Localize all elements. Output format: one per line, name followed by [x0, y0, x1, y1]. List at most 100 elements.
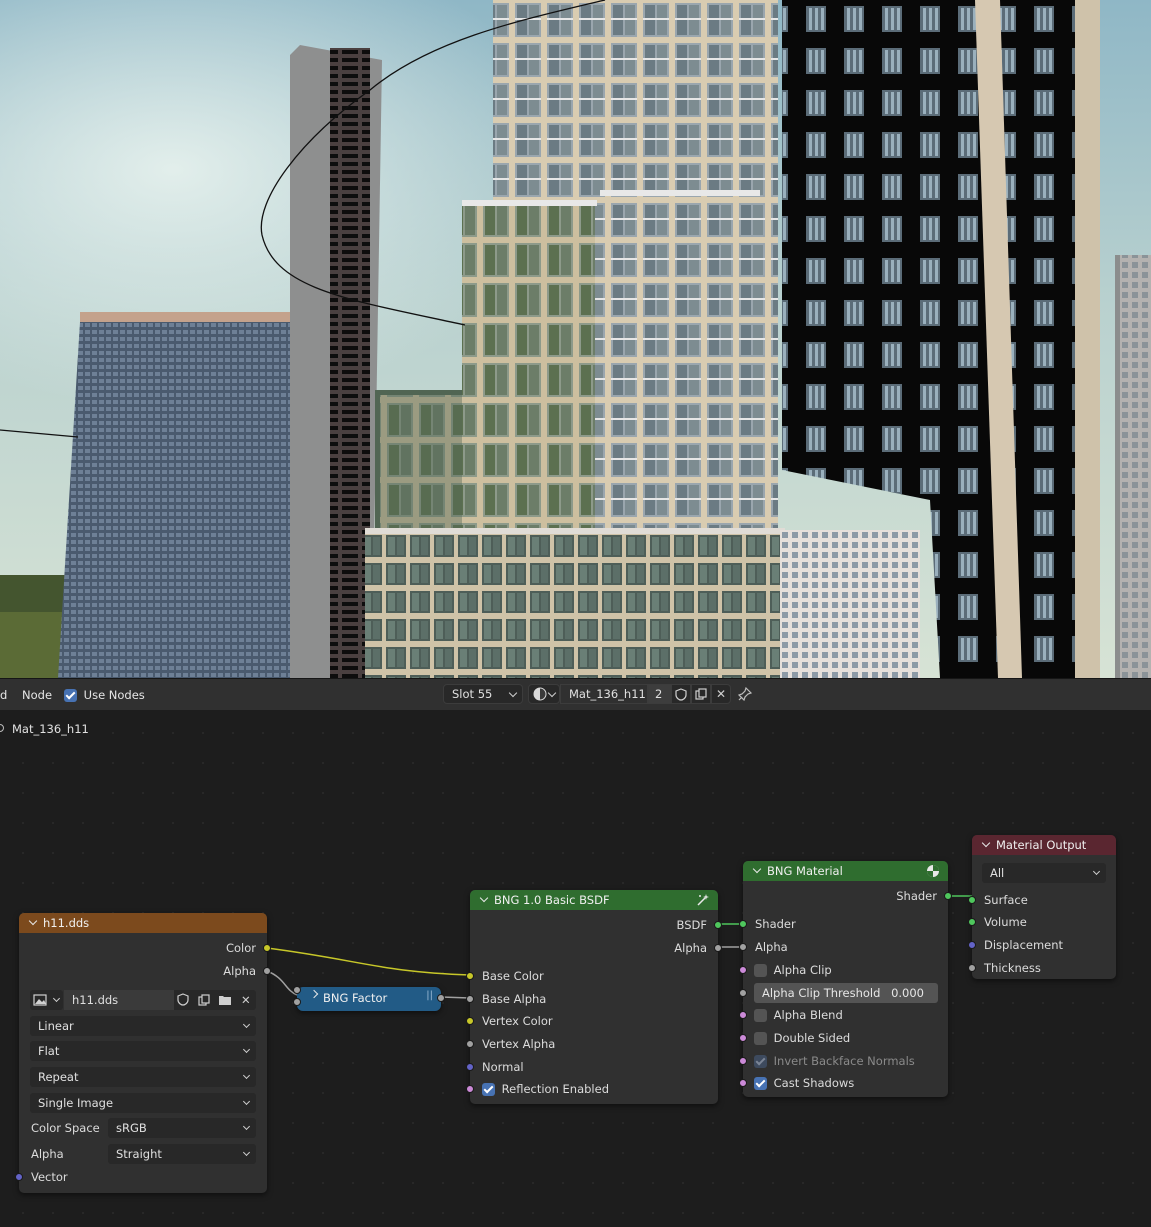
user-count-button[interactable]: 2	[648, 684, 672, 704]
material-output-node[interactable]: Material Output All Surface Volume Displ…	[968, 835, 1116, 979]
socket-input-normal[interactable]	[466, 1063, 474, 1071]
socket-input-factor-2[interactable]	[293, 998, 301, 1006]
source-dropdown[interactable]: Single Image	[30, 1093, 256, 1113]
socket-input-alpha-clip[interactable]	[739, 966, 747, 974]
alpha-mode-dropdown[interactable]: Straight	[108, 1144, 256, 1164]
bng-factor-node[interactable]: BNG Factor ||	[293, 986, 445, 1011]
bng-factor-title: BNG Factor	[323, 991, 388, 1005]
colorspace-label: Color Space	[31, 1121, 100, 1135]
image-node-header[interactable]: h11.dds	[19, 913, 267, 933]
checkbox-icon[interactable]	[754, 1009, 767, 1022]
socket-input-surface[interactable]	[968, 896, 976, 904]
socket-input-reflection[interactable]	[466, 1085, 474, 1093]
socket-input-base-color[interactable]	[466, 972, 474, 980]
material-browse-button[interactable]	[528, 684, 560, 704]
image-fake-user-button[interactable]	[174, 990, 194, 1010]
unlink-material-button[interactable]: ✕	[711, 684, 731, 704]
double-sided-toggle[interactable]: Double Sided	[754, 1031, 850, 1045]
drag-handle-icon[interactable]: ||	[426, 990, 433, 1001]
reflection-toggle[interactable]: Reflection Enabled	[482, 1082, 609, 1096]
image-browse-button[interactable]	[30, 990, 63, 1010]
pin-icon	[737, 686, 753, 702]
chevron-down-icon	[242, 1122, 251, 1131]
socket-input-volume[interactable]	[968, 918, 976, 926]
socket-input-vertex-alpha[interactable]	[466, 1040, 474, 1048]
socket-input-displacement[interactable]	[968, 941, 976, 949]
checkbox-icon[interactable]	[482, 1083, 495, 1096]
socket-input-shader[interactable]	[739, 920, 747, 928]
socket-input-alpha-blend[interactable]	[739, 1011, 747, 1019]
checkbox-icon[interactable]	[64, 689, 77, 702]
socket-input-invert-backface[interactable]	[739, 1057, 747, 1065]
checkbox-icon[interactable]	[754, 964, 767, 977]
fake-user-button[interactable]	[671, 684, 691, 704]
cast-shadows-toggle[interactable]: Cast Shadows	[754, 1076, 854, 1090]
extension-dropdown[interactable]: Repeat	[30, 1067, 256, 1087]
material-name-field[interactable]: Mat_136_h11	[560, 684, 648, 704]
material-sphere-icon	[533, 687, 547, 701]
socket-input-vertex-color[interactable]	[466, 1017, 474, 1025]
socket-output-bsdf[interactable]	[714, 921, 722, 929]
folder-icon	[219, 996, 231, 1005]
image-duplicate-button[interactable]	[194, 990, 214, 1010]
socket-output-alpha[interactable]	[714, 944, 722, 952]
input-vector-label: Vector	[31, 1170, 68, 1184]
image-name-field[interactable]: h11.dds	[64, 990, 174, 1010]
projection-dropdown[interactable]: Flat	[30, 1041, 256, 1061]
duplicate-icon	[695, 688, 707, 700]
bng-material-node[interactable]: BNG Material Shader Shader Alpha Alpha C…	[739, 861, 952, 1097]
alpha-blend-label: Alpha Blend	[773, 1008, 843, 1022]
socket-input-vector[interactable]	[15, 1173, 23, 1181]
socket-output-alpha[interactable]	[263, 967, 271, 975]
node-editor-canvas[interactable]: Mat_136_h11 h11.dds Color Alpha h11.dds	[0, 710, 1151, 1227]
checkbox-icon[interactable]	[754, 1032, 767, 1045]
image-texture-node[interactable]: h11.dds Color Alpha h11.dds ✕ Linear Fla…	[15, 913, 271, 1193]
image-open-button[interactable]	[214, 990, 236, 1010]
chevron-down-icon	[242, 1071, 251, 1080]
input-vertex-color-label: Vertex Color	[482, 1014, 553, 1028]
socket-input-alpha-clip-threshold[interactable]	[739, 989, 747, 997]
menu-fragment[interactable]: d	[0, 688, 7, 702]
socket-output-factor[interactable]	[437, 994, 445, 1002]
pin-button[interactable]	[737, 686, 754, 703]
3d-viewport[interactable]	[0, 0, 1151, 678]
slot-dropdown[interactable]: Slot 55	[443, 684, 523, 704]
material-output-header[interactable]: Material Output	[972, 835, 1116, 855]
socket-output-shader[interactable]	[944, 892, 952, 900]
socket-input-double-sided[interactable]	[739, 1034, 747, 1042]
menu-node[interactable]: Node	[22, 688, 52, 702]
bng-basic-bsdf-node[interactable]: BNG 1.0 Basic BSDF BSDF Alpha Base Color…	[466, 890, 722, 1104]
input-vertex-alpha-label: Vertex Alpha	[482, 1037, 556, 1051]
socket-input-base-alpha[interactable]	[466, 995, 474, 1003]
socket-input-factor-1[interactable]	[293, 986, 301, 994]
chevron-right-icon[interactable]	[309, 989, 319, 999]
output-alpha-label: Alpha	[223, 964, 256, 978]
input-base-alpha-label: Base Alpha	[482, 992, 547, 1006]
close-icon: ✕	[241, 993, 251, 1007]
alpha-blend-toggle[interactable]: Alpha Blend	[754, 1008, 843, 1022]
chevron-down-icon	[547, 688, 557, 698]
input-shader-label: Shader	[755, 917, 796, 931]
checkbox-icon[interactable]	[754, 1055, 767, 1068]
checkbox-icon[interactable]	[754, 1077, 767, 1090]
output-target-dropdown[interactable]: All	[982, 863, 1106, 883]
socket-output-color[interactable]	[263, 944, 271, 952]
alpha-clip-toggle[interactable]: Alpha Clip	[754, 963, 832, 977]
socket-input-cast-shadows[interactable]	[739, 1079, 747, 1087]
bng-material-header[interactable]: BNG Material	[743, 861, 948, 881]
double-sided-label: Double Sided	[773, 1031, 851, 1045]
interpolation-dropdown[interactable]: Linear	[30, 1016, 256, 1036]
use-nodes-toggle[interactable]: Use Nodes	[64, 688, 145, 702]
socket-input-alpha[interactable]	[739, 943, 747, 951]
colorspace-dropdown[interactable]: sRGB	[108, 1118, 256, 1138]
invert-backface-toggle[interactable]: Invert Backface Normals	[754, 1054, 915, 1068]
reflection-label: Reflection Enabled	[501, 1082, 610, 1096]
input-base-color-label: Base Color	[482, 969, 544, 983]
alpha-clip-threshold-field[interactable]: Alpha Clip Threshold 0.000	[754, 983, 938, 1003]
bsdf-node-header[interactable]: BNG 1.0 Basic BSDF	[470, 890, 718, 910]
image-unlink-button[interactable]: ✕	[236, 990, 256, 1010]
alpha-mode-label: Alpha	[31, 1147, 64, 1161]
projection-value: Flat	[38, 1044, 60, 1058]
duplicate-material-button[interactable]	[691, 684, 711, 704]
socket-input-thickness[interactable]	[968, 964, 976, 972]
